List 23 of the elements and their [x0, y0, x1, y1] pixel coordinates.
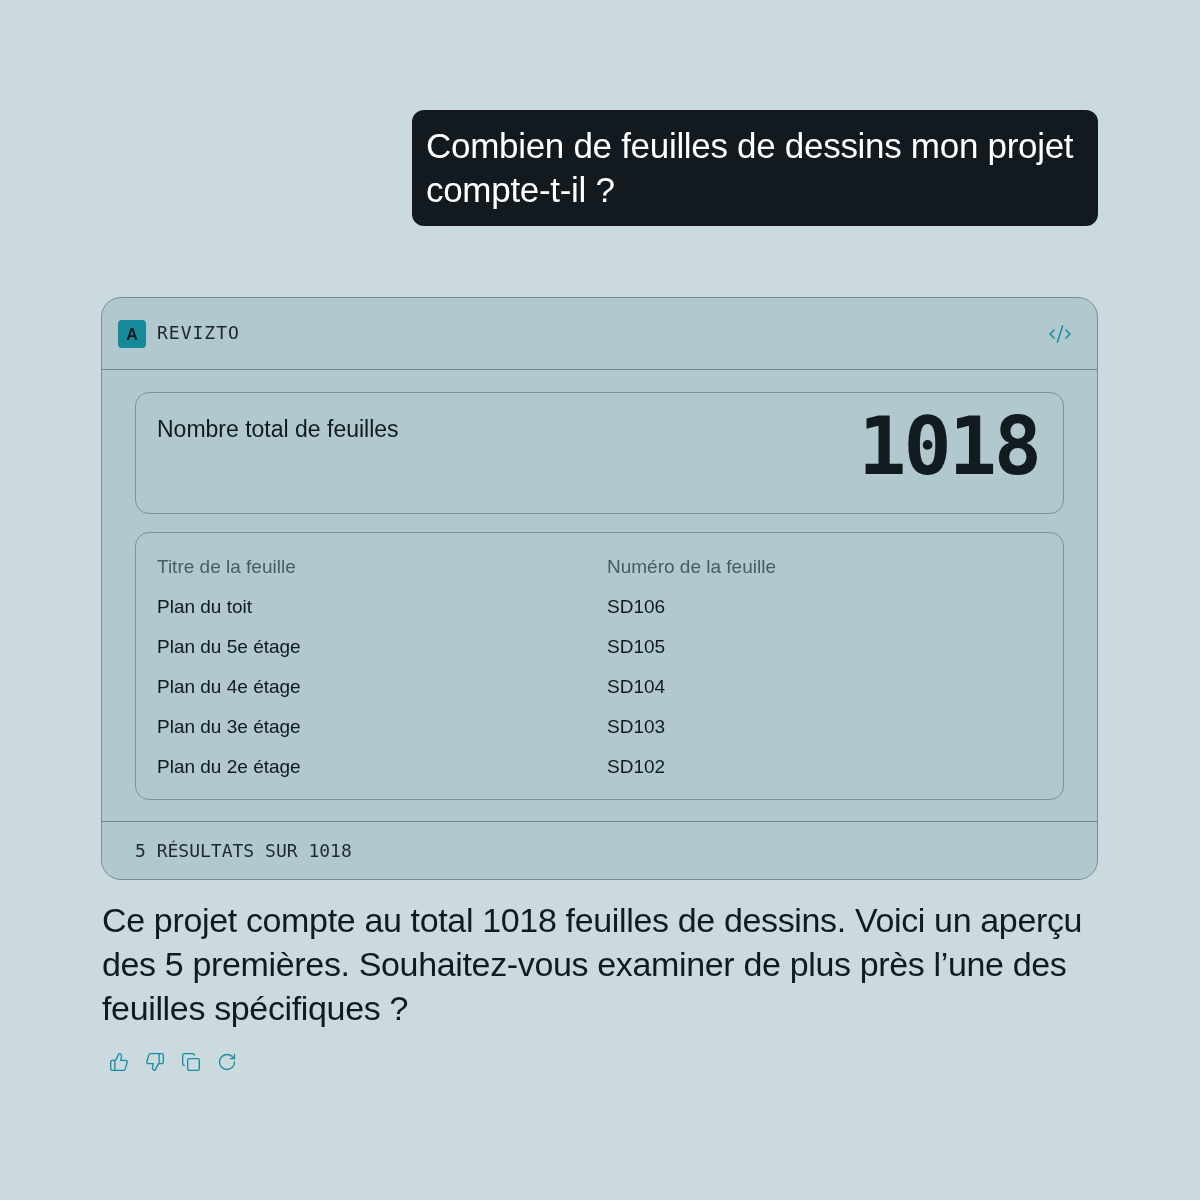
table-cell: Plan du 5e étage: [157, 636, 301, 658]
table-cell: SD106: [607, 596, 666, 618]
results-count: 5 RÉSULTATS SUR 1018: [135, 840, 352, 861]
total-label: Nombre total de feuilles: [157, 415, 399, 444]
copy-icon[interactable]: [181, 1052, 201, 1072]
table-cell: Plan du 4e étage: [157, 676, 301, 698]
table-cell: Plan du toit: [157, 596, 253, 618]
user-message-bubble: Combien de feuilles de dessins mon projet compte-t-il ?: [412, 110, 1098, 226]
thumbs-down-icon[interactable]: [145, 1052, 165, 1072]
thumbs-up-icon[interactable]: [109, 1052, 129, 1072]
table-cell: SD104: [607, 676, 666, 698]
column-header: Numéro de la feuille: [607, 556, 776, 578]
table-cell: Plan du 2e étage: [157, 756, 301, 778]
refresh-icon[interactable]: [217, 1052, 237, 1072]
table-cell: Plan du 3e étage: [157, 716, 301, 738]
table-cell: SD102: [607, 756, 666, 778]
table-cell: SD103: [607, 716, 666, 738]
logo-mark: A: [118, 319, 146, 348]
brand-name: REVIZTO: [157, 322, 240, 343]
table-cell: SD105: [607, 636, 666, 658]
assistant-answer: Ce projet compte au total 1018 feuilles de dessins. Voici un aperçu des 5 premières. Souhaitez-vous examiner de plus près l’une des feuilles spécifiques ?: [102, 900, 1084, 1029]
column-header: Titre de la feuille: [157, 556, 296, 578]
total-value: 1018: [858, 412, 1039, 482]
